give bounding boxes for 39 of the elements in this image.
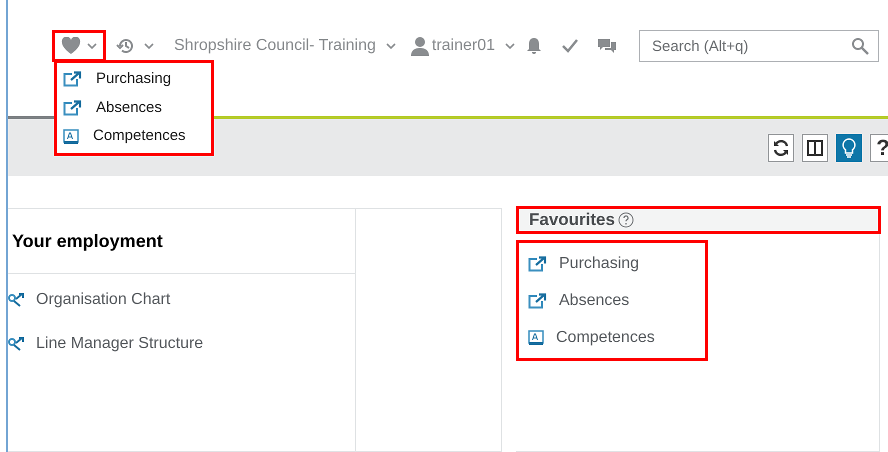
favourite-link[interactable]: Purchasing [559, 252, 640, 276]
hierarchy-icon [8, 293, 24, 307]
external-link-icon [528, 292, 547, 308]
favourite-link[interactable]: Absences [559, 288, 630, 312]
chevron-icon [87, 42, 97, 50]
refresh-button[interactable] [768, 134, 794, 162]
search-icon[interactable] [851, 37, 870, 55]
search-field[interactable]: Search (Alt+q) [639, 30, 880, 62]
hierarchy-icon [8, 337, 24, 351]
menu-item[interactable]: Competences [93, 125, 186, 148]
favourite-link[interactable]: Competences [556, 326, 655, 350]
menu-item[interactable]: Absences [96, 96, 162, 120]
menu-item[interactable]: Purchasing [96, 68, 172, 91]
chat-icon[interactable] [597, 38, 618, 54]
lightbulb-icon [842, 138, 856, 158]
user-menu[interactable]: trainer01 [432, 34, 496, 58]
tips-button[interactable] [836, 134, 862, 162]
form-icon [528, 330, 544, 346]
refresh-icon [772, 138, 790, 156]
employment-link[interactable]: Line Manager Structure [36, 332, 204, 356]
heart-icon[interactable] [61, 37, 81, 55]
user-icon [410, 36, 430, 56]
employment-link[interactable]: Organisation Chart [36, 288, 170, 312]
chevron-icon [505, 42, 516, 50]
external-link-icon [63, 100, 82, 116]
section-title: Favourites [529, 209, 615, 232]
external-link-icon [528, 256, 547, 272]
help-icon[interactable] [618, 212, 634, 228]
history-icon[interactable] [116, 37, 134, 55]
context-selector[interactable]: Shropshire Council- Training [174, 34, 376, 58]
checkmark-icon[interactable] [561, 38, 580, 54]
bell-icon[interactable] [525, 37, 544, 55]
external-link-icon [63, 71, 82, 88]
columns-button[interactable] [802, 134, 828, 162]
section-title: Your employment [12, 230, 163, 253]
form-icon [63, 128, 79, 145]
chevron-icon [144, 42, 154, 50]
columns-icon [806, 138, 824, 156]
chevron-icon [386, 42, 396, 50]
